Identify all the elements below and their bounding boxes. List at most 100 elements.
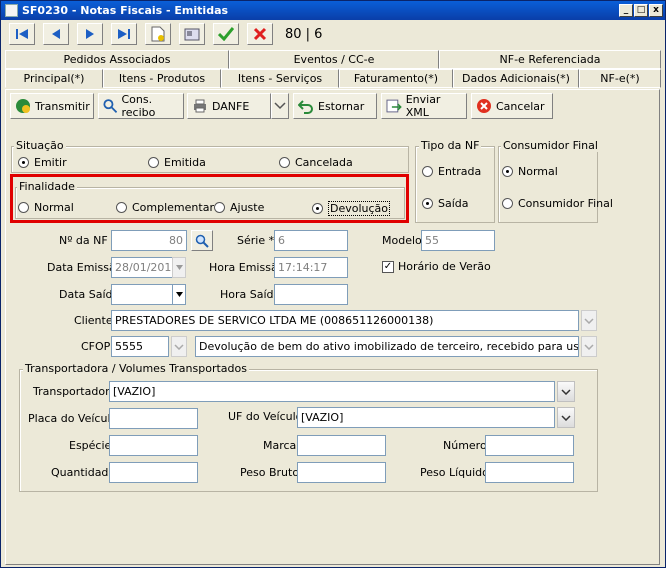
edit-record-button[interactable] [179, 23, 205, 45]
tipo-nf-saida-radio[interactable]: Saída [422, 197, 469, 210]
cfop-label: CFOP [81, 340, 111, 353]
tab-eventos-cce[interactable]: Eventos / CC-e [229, 50, 439, 69]
new-record-button[interactable] [145, 23, 171, 45]
transportadora-input[interactable]: [VAZIO] [109, 381, 555, 402]
tab-nfe-referenciada[interactable]: NF-e Referenciada [439, 50, 661, 69]
enviar-xml-button[interactable]: Enviar XML [381, 93, 467, 119]
radio-label: Cancelada [295, 156, 353, 169]
numero-nf-label: Nº da NF * [59, 234, 117, 247]
tab-itens-servicos[interactable]: Itens - Serviços [221, 69, 339, 88]
cfop-description-input[interactable]: Devolução de bem do ativo imobilizado de… [195, 336, 579, 357]
tab-principal[interactable]: Principal(*) [5, 69, 103, 88]
especie-input[interactable] [109, 435, 198, 456]
cliente-input[interactable]: PRESTADORES DE SERVICO LTDA ME (00865112… [111, 310, 579, 331]
tipo-nf-legend: Tipo da NF [419, 139, 482, 152]
danfe-button[interactable]: DANFE [187, 93, 271, 119]
record-card-icon [184, 28, 200, 41]
modelo-input[interactable]: 55 [421, 230, 495, 251]
tab-label: NF-e Referenciada [499, 53, 601, 66]
situacao-legend: Situação [14, 139, 66, 152]
enviar-xml-label: Enviar XML [405, 93, 441, 119]
placa-label: Placa do Veículo [28, 412, 118, 425]
cancelar-button[interactable]: Cancelar [471, 93, 553, 119]
data-saida-input[interactable] [111, 284, 173, 305]
peso-bruto-input[interactable] [297, 462, 386, 483]
data-saida-dropdown[interactable] [172, 284, 186, 305]
numero-label: Número [443, 439, 487, 452]
consumidor-final-group [498, 146, 598, 223]
tab-nfe[interactable]: NF-e(*) [579, 69, 661, 88]
data-emissao-dropdown[interactable] [172, 257, 186, 278]
especie-label: Espécie [69, 439, 112, 452]
window-title: SF0230 - Notas Fiscais - Emitidas [22, 4, 229, 17]
situacao-emitir-radio[interactable]: Emitir [18, 156, 67, 169]
horario-verao-checkbox[interactable]: ✓ Horário de Verão [382, 260, 491, 273]
hora-saida-input[interactable] [274, 284, 348, 305]
transportadora-dropdown[interactable] [557, 381, 575, 402]
notas-fiscais-window: SF0230 - Notas Fiscais - Emitidas _ □ x … [0, 0, 666, 568]
chevron-down-icon [584, 317, 594, 324]
estornar-button[interactable]: Estornar [293, 93, 377, 119]
radio-dot [502, 198, 513, 209]
uf-veiculo-input[interactable]: [VAZIO] [297, 407, 555, 428]
search-nf-button[interactable] [191, 230, 213, 251]
serie-input[interactable]: 6 [274, 230, 348, 251]
transmitir-label: Transmitir [35, 99, 90, 113]
tab-dados-adicionais[interactable]: Dados Adicionais(*) [453, 69, 579, 88]
navigation-toolbar: 80 | 6 [3, 21, 663, 47]
previous-record-button[interactable] [43, 23, 69, 45]
cfop-dropdown[interactable] [171, 336, 187, 357]
checkmark-icon [218, 27, 234, 41]
tipo-nf-entrada-radio[interactable]: Entrada [422, 165, 481, 178]
cancel-circle-icon [477, 99, 491, 113]
tab-label: Itens - Serviços [237, 72, 323, 85]
next-record-button[interactable] [77, 23, 103, 45]
tab-itens-produtos[interactable]: Itens - Produtos [103, 69, 221, 88]
chevron-down-icon [561, 388, 571, 395]
chevron-down-icon [175, 292, 183, 297]
radio-dot [279, 157, 290, 168]
transportadora-legend: Transportadora / Volumes Transportados [23, 362, 249, 375]
last-record-button[interactable] [111, 23, 137, 45]
cons-recibo-button[interactable]: Cons. recibo [98, 93, 184, 119]
tab-label: Itens - Produtos [118, 72, 206, 85]
tipo-nf-group [415, 146, 495, 223]
situacao-emitida-radio[interactable]: Emitida [148, 156, 206, 169]
consumidor-normal-radio[interactable]: Normal [502, 165, 558, 178]
red-x-icon [253, 27, 267, 41]
radio-dot [422, 166, 433, 177]
danfe-dropdown-button[interactable] [271, 93, 289, 119]
numero-input[interactable] [485, 435, 574, 456]
cancel-edit-button[interactable] [247, 23, 273, 45]
next-record-icon [86, 29, 94, 39]
minimize-button[interactable]: _ [619, 4, 633, 17]
quantidade-input[interactable] [109, 462, 198, 483]
uf-veiculo-dropdown[interactable] [557, 407, 575, 428]
cliente-dropdown[interactable] [581, 310, 597, 331]
cfop-code-input[interactable]: 5555 [111, 336, 169, 357]
situacao-cancelada-radio[interactable]: Cancelada [279, 156, 353, 169]
placa-input[interactable] [109, 408, 198, 429]
confirm-button[interactable] [213, 23, 239, 45]
maximize-button[interactable]: □ [634, 4, 648, 17]
cons-recibo-label: Cons. recibo [121, 93, 156, 119]
first-record-button[interactable] [9, 23, 35, 45]
numero-nf-input[interactable]: 80 [111, 230, 187, 251]
close-window-button[interactable]: x [649, 4, 663, 17]
transmitir-button[interactable]: Transmitir [10, 93, 94, 119]
checkbox-label: Horário de Verão [398, 260, 491, 273]
data-emissao-input[interactable]: 28/01/2016 [111, 257, 173, 278]
radio-label: Saída [438, 197, 469, 210]
hora-emissao-input[interactable]: 17:14:17 [274, 257, 348, 278]
tab-label: Eventos / CC-e [293, 53, 375, 66]
radio-dot [148, 157, 159, 168]
tab-label: Pedidos Associados [63, 53, 171, 66]
cfop-description-dropdown[interactable] [581, 336, 597, 357]
tab-pedidos-associados[interactable]: Pedidos Associados [5, 50, 229, 69]
radio-dot [502, 166, 513, 177]
consumidor-final-radio[interactable]: Consumidor Final [502, 197, 613, 210]
tab-faturamento[interactable]: Faturamento(*) [339, 69, 453, 88]
chevron-down-icon [174, 343, 184, 350]
peso-liquido-input[interactable] [485, 462, 574, 483]
marca-input[interactable] [297, 435, 386, 456]
